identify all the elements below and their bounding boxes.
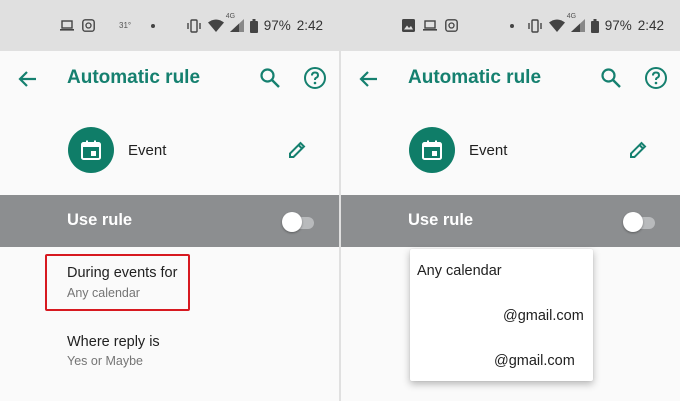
- image-icon: [402, 19, 415, 32]
- network-type-label: 4G: [225, 13, 236, 20]
- use-rule-bar: Use rule: [0, 195, 339, 247]
- wifi-icon: [207, 19, 224, 32]
- use-rule-label: Use rule: [408, 211, 474, 229]
- setting-title: During events for: [67, 265, 178, 281]
- help-circle-icon: [304, 67, 326, 89]
- rule-type-row: Event: [341, 120, 680, 182]
- notification-dot-icon: [151, 23, 156, 28]
- rule-type-label: Event: [469, 142, 508, 159]
- search-icon: [260, 68, 280, 88]
- laptop-icon: [423, 19, 437, 32]
- use-rule-toggle[interactable]: [623, 212, 655, 232]
- toggle-thumb: [623, 212, 643, 232]
- event-avatar: [68, 127, 114, 173]
- status-bar: 31° 4G 97% 2:42: [0, 0, 339, 51]
- setting-value: Yes or Maybe: [67, 354, 143, 368]
- cell-signal-icon: 4G: [226, 13, 244, 32]
- app-badge-icon: [445, 19, 458, 32]
- help-button[interactable]: [644, 66, 668, 90]
- edit-rule-button[interactable]: [627, 139, 649, 161]
- battery-icon: [590, 18, 599, 33]
- event-avatar: [409, 127, 455, 173]
- app-bar: Automatic rule: [0, 51, 339, 109]
- back-button[interactable]: [357, 67, 381, 91]
- right-screen: 4G 97% 2:42 Automatic rule Event Use rul…: [341, 0, 680, 401]
- calendar-icon: [422, 140, 442, 160]
- help-circle-icon: [645, 67, 667, 89]
- setting-title: Where reply is: [67, 334, 160, 350]
- calendar-option-any[interactable]: Any calendar: [417, 263, 502, 279]
- page-title: Automatic rule: [408, 67, 542, 88]
- clock: 2:42: [296, 18, 323, 33]
- edit-rule-button[interactable]: [286, 139, 308, 161]
- arrow-back-icon: [18, 71, 36, 87]
- setting-during-events[interactable]: During events for Any calendar: [0, 247, 339, 317]
- back-button[interactable]: [16, 67, 40, 91]
- rule-type-row: Event: [0, 120, 339, 182]
- search-icon: [601, 68, 621, 88]
- pencil-icon: [289, 141, 306, 158]
- toggle-thumb: [282, 212, 302, 232]
- temperature-text: 31°: [119, 21, 132, 30]
- laptop-icon: [60, 19, 74, 32]
- help-button[interactable]: [303, 66, 327, 90]
- calendar-option-gmail-1[interactable]: @gmail.com: [503, 308, 584, 324]
- battery-percent: 97%: [263, 18, 291, 33]
- battery-icon: [249, 18, 258, 33]
- app-badge-icon: [82, 19, 95, 32]
- notification-dot-icon: [510, 23, 514, 28]
- clock: 2:42: [637, 18, 664, 33]
- arrow-back-icon: [359, 71, 377, 87]
- calendar-option-gmail-2[interactable]: @gmail.com: [494, 353, 575, 369]
- use-rule-bar: Use rule: [341, 195, 680, 247]
- network-type-label: 4G: [566, 13, 577, 20]
- left-screen: 31° 4G 97% 2:42 Automatic rule Event Use…: [0, 0, 339, 401]
- cell-signal-icon: 4G: [567, 13, 585, 32]
- status-bar: 4G 97% 2:42: [341, 0, 680, 51]
- search-button[interactable]: [600, 67, 622, 89]
- setting-value: Any calendar: [67, 286, 140, 300]
- vibrate-icon: [527, 18, 543, 33]
- battery-percent: 97%: [604, 18, 632, 33]
- app-bar: Automatic rule: [341, 51, 680, 109]
- calendar-icon: [81, 140, 101, 160]
- setting-where-reply[interactable]: Where reply is Yes or Maybe: [0, 317, 339, 387]
- calendar-dropdown-menu: Any calendar @gmail.com @gmail.com: [410, 249, 593, 381]
- pencil-icon: [630, 141, 647, 158]
- page-title: Automatic rule: [67, 67, 201, 88]
- vibrate-icon: [186, 18, 202, 33]
- use-rule-label: Use rule: [67, 211, 133, 229]
- search-button[interactable]: [259, 67, 281, 89]
- wifi-icon: [548, 19, 565, 32]
- rule-type-label: Event: [128, 142, 167, 159]
- use-rule-toggle[interactable]: [282, 212, 314, 232]
